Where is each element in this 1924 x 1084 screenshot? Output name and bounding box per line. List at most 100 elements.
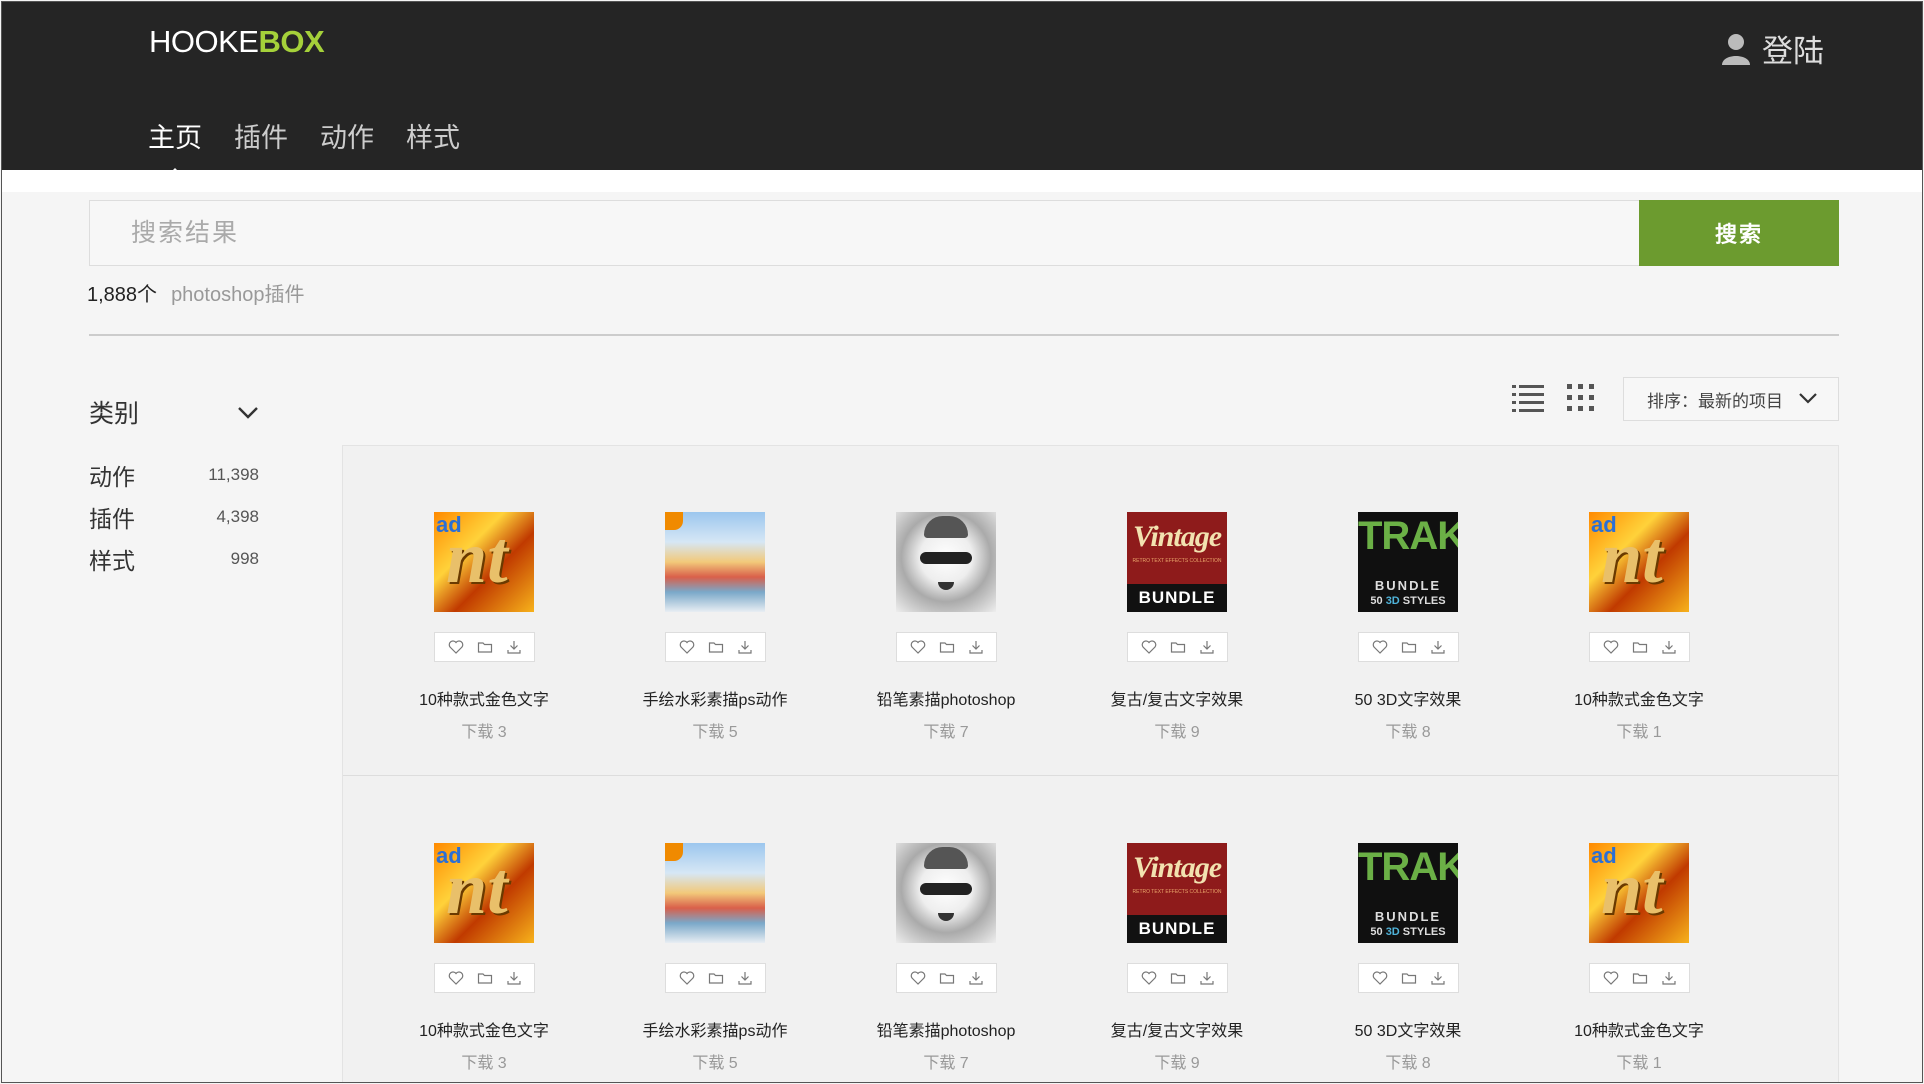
heart-icon[interactable] (1141, 970, 1157, 986)
product-title[interactable]: 50 3D文字效果 (1293, 1017, 1523, 1041)
heart-icon[interactable] (448, 639, 464, 655)
download-icon[interactable] (1661, 970, 1677, 986)
category-item-plugins[interactable]: 插件 4,398 (89, 496, 259, 538)
heart-icon[interactable] (1372, 639, 1388, 655)
category-count: 11,398 (208, 465, 259, 484)
product-thumbnail[interactable]: Vintage RETRO TEXT EFFECTS COLLECTION BUND… (1127, 512, 1227, 612)
product-title[interactable]: 10种款式金色文字 (1524, 686, 1754, 710)
product-thumbnail[interactable] (665, 843, 765, 943)
product-thumbnail[interactable] (896, 512, 996, 612)
card-actions (1127, 963, 1228, 993)
folder-icon[interactable] (1170, 639, 1186, 655)
heart-icon[interactable] (679, 970, 695, 986)
heart-icon[interactable] (1372, 970, 1388, 986)
product-title[interactable]: 铅笔素描photoshop (831, 686, 1061, 710)
product-thumbnail[interactable] (896, 843, 996, 943)
thumb-text: RETRO TEXT EFFECTS COLLECTION (1132, 889, 1222, 895)
heart-icon[interactable] (1603, 639, 1619, 655)
folder-icon[interactable] (477, 639, 493, 655)
badge-icon (665, 512, 683, 530)
product-thumbnail[interactable]: TRAK BUNDLE 50 3D STYLES (1358, 843, 1458, 943)
product-thumbnail[interactable]: TRAK BUNDLE 50 3D STYLES (1358, 512, 1458, 612)
category-item-styles[interactable]: 样式 998 (89, 538, 259, 580)
download-icon[interactable] (1430, 970, 1446, 986)
category-count: 998 (230, 549, 259, 568)
download-icon[interactable] (968, 970, 984, 986)
folder-icon[interactable] (1170, 970, 1186, 986)
card-actions (896, 963, 997, 993)
card-actions (1589, 632, 1690, 662)
folder-icon[interactable] (1401, 970, 1417, 986)
product-title[interactable]: 手绘水彩素描ps动作 (600, 1017, 830, 1041)
folder-icon[interactable] (708, 639, 724, 655)
result-summary: 1,888个 photoshop插件 (87, 278, 304, 307)
download-icon[interactable] (737, 639, 753, 655)
product-card: ad nt 10种款式金色文字 下载 3 (369, 446, 599, 776)
nav-home[interactable]: 主页 (148, 116, 202, 155)
product-title[interactable]: 复古/复古文字效果 (1062, 1017, 1292, 1041)
product-title[interactable]: 手绘水彩素描ps动作 (600, 686, 830, 710)
search-button[interactable]: 搜索 (1639, 200, 1839, 266)
folder-icon[interactable] (939, 970, 955, 986)
heart-icon[interactable] (679, 639, 695, 655)
folder-icon[interactable] (708, 970, 724, 986)
site-logo[interactable]: HOOKEBOX (149, 24, 325, 60)
thumb-shape (920, 552, 972, 564)
nav-actions[interactable]: 动作 (320, 116, 374, 155)
product-card: ad nt 10种款式金色文字 下载 3 (369, 777, 599, 1082)
folder-icon[interactable] (1401, 639, 1417, 655)
sort-dropdown[interactable]: 排序：最新的项目 (1623, 377, 1839, 421)
product-thumbnail[interactable]: ad nt (1589, 512, 1689, 612)
download-icon[interactable] (1199, 970, 1215, 986)
product-title[interactable]: 10种款式金色文字 (369, 686, 599, 710)
product-title[interactable]: 铅笔素描photoshop (831, 1017, 1061, 1041)
product-title[interactable]: 10种款式金色文字 (1524, 1017, 1754, 1041)
category-header[interactable]: 类别 (89, 394, 259, 430)
product-thumbnail[interactable]: Vintage RETRO TEXT EFFECTS COLLECTION BUND… (1127, 843, 1227, 943)
product-title[interactable]: 50 3D文字效果 (1293, 686, 1523, 710)
thumb-text: nt (1601, 517, 1663, 599)
folder-icon[interactable] (477, 970, 493, 986)
thumb-text: nt (446, 848, 508, 930)
product-card: 铅笔素描photoshop 下载 7 (831, 446, 1061, 776)
product-card: TRAK BUNDLE 50 3D STYLES 50 3D文字效果 下载 8 (1293, 446, 1523, 776)
category-label: 动作 (89, 464, 135, 490)
login-link[interactable]: 登陆 (1722, 26, 1824, 71)
product-title[interactable]: 10种款式金色文字 (369, 1017, 599, 1041)
product-thumbnail[interactable]: ad nt (1589, 843, 1689, 943)
heart-icon[interactable] (448, 970, 464, 986)
download-icon[interactable] (1199, 639, 1215, 655)
thumb-text: 50 3D STYLES (1370, 926, 1446, 938)
heart-icon[interactable] (1603, 970, 1619, 986)
product-card: 铅笔素描photoshop 下载 7 (831, 777, 1061, 1082)
product-thumbnail[interactable] (665, 512, 765, 612)
download-icon[interactable] (1661, 639, 1677, 655)
product-thumbnail[interactable]: ad nt (434, 512, 534, 612)
folder-icon[interactable] (1632, 639, 1648, 655)
heart-icon[interactable] (910, 639, 926, 655)
grid-row: ad nt 10种款式金色文字 下载 3 手绘水彩素描ps动作 下载 5 铅笔素… (343, 777, 1838, 1082)
heart-icon[interactable] (1141, 639, 1157, 655)
list-view-icon[interactable] (1512, 384, 1544, 417)
download-icon[interactable] (737, 970, 753, 986)
folder-icon[interactable] (1632, 970, 1648, 986)
thumb-text: Vintage (1132, 851, 1222, 884)
category-item-actions[interactable]: 动作 11,398 (89, 454, 259, 496)
thumb-shape (924, 847, 968, 869)
product-card: ad nt 10种款式金色文字 下载 1 (1524, 446, 1754, 776)
grid-view-icon[interactable] (1567, 384, 1595, 417)
nav-styles[interactable]: 样式 (406, 116, 460, 155)
download-icon[interactable] (506, 639, 522, 655)
nav-plugins[interactable]: 插件 (234, 116, 288, 155)
product-title[interactable]: 复古/复古文字效果 (1062, 686, 1292, 710)
thumb-shape (920, 883, 972, 895)
download-icon[interactable] (506, 970, 522, 986)
download-icon[interactable] (968, 639, 984, 655)
thumb-text: 50 3D STYLES (1370, 595, 1446, 607)
product-thumbnail[interactable]: ad nt (434, 843, 534, 943)
product-card: 手绘水彩素描ps动作 下载 5 (600, 446, 830, 776)
folder-icon[interactable] (939, 639, 955, 655)
heart-icon[interactable] (910, 970, 926, 986)
download-icon[interactable] (1430, 639, 1446, 655)
search-input[interactable] (89, 200, 1640, 266)
